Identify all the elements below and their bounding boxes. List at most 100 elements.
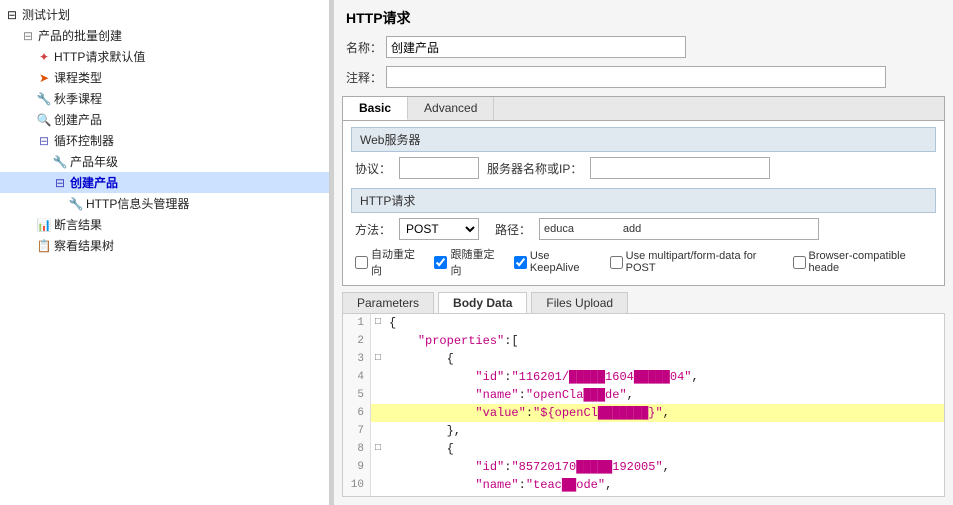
line-content: "id":"116201/█████1604█████04", bbox=[385, 368, 699, 386]
code-line: 1□{ bbox=[343, 314, 944, 332]
sub-tab-parameters[interactable]: Parameters bbox=[342, 292, 434, 313]
method-row: 方法： POST GET PUT DELETE 路径： bbox=[343, 215, 944, 243]
http-icon: ⊟ bbox=[52, 175, 68, 191]
code-line: 9 "id":"85720170█████192005", bbox=[343, 458, 944, 476]
sidebar-item-batch-create[interactable]: ⊟ 产品的批量创建 bbox=[0, 25, 329, 46]
sub-tab-files-upload[interactable]: Files Upload bbox=[531, 292, 628, 313]
tab-basic[interactable]: Basic bbox=[343, 97, 408, 120]
line-content: "value":"${openCl███████}", bbox=[385, 404, 670, 422]
http-request-section: HTTP请求 bbox=[351, 188, 936, 213]
http-icon: ✦ bbox=[36, 49, 52, 65]
line-content: "name":"teac██ode", bbox=[385, 476, 612, 494]
line-number: 4 bbox=[343, 368, 371, 386]
multipart-label[interactable]: Use multipart/form-data for POST bbox=[610, 250, 781, 274]
chart-icon: 📊 bbox=[36, 217, 52, 233]
name-input[interactable] bbox=[386, 36, 686, 58]
sub-tab-body-data[interactable]: Body Data bbox=[438, 292, 527, 313]
name-label: 名称： bbox=[346, 39, 386, 56]
sidebar-item-test-plan[interactable]: ⊟ 测试计划 bbox=[0, 4, 329, 25]
line-content: "name":"openCla███de", bbox=[385, 386, 634, 404]
code-editor[interactable]: 1□{2 "properties":[3□ {4 "id":"116201/██… bbox=[342, 313, 945, 497]
sidebar-item-label: HTTP请求默认值 bbox=[54, 48, 145, 65]
sidebar-item-product-grade[interactable]: 🔧 产品年级 bbox=[0, 151, 329, 172]
wrench-icon: 🔧 bbox=[52, 154, 68, 170]
follow-redirect-label[interactable]: 跟随重定向 bbox=[434, 246, 501, 278]
browser-compat-label[interactable]: Browser-compatible heade bbox=[793, 250, 933, 274]
line-toggle[interactable]: □ bbox=[371, 440, 385, 458]
line-toggle[interactable]: □ bbox=[371, 350, 385, 368]
code-line: 2 "properties":[ bbox=[343, 332, 944, 350]
keepalive-label[interactable]: Use KeepAlive bbox=[514, 250, 598, 274]
line-number: 5 bbox=[343, 386, 371, 404]
wrench-icon: 🔧 bbox=[68, 196, 84, 212]
line-number: 2 bbox=[343, 332, 371, 350]
line-content: }, bbox=[385, 422, 461, 440]
line-content: { bbox=[385, 314, 396, 332]
folder-icon: ⊟ bbox=[4, 7, 20, 23]
path-label: 路径： bbox=[495, 221, 531, 238]
line-toggle[interactable]: □ bbox=[371, 314, 385, 332]
sidebar-item-label: 测试计划 bbox=[22, 6, 70, 23]
code-line: 5 "name":"openCla███de", bbox=[343, 386, 944, 404]
line-content: { bbox=[385, 440, 454, 458]
server-input[interactable] bbox=[590, 157, 770, 179]
protocol-input[interactable] bbox=[399, 157, 479, 179]
keepalive-checkbox[interactable] bbox=[514, 256, 527, 269]
follow-redirect-checkbox[interactable] bbox=[434, 256, 447, 269]
sidebar-item-label: 察看结果树 bbox=[54, 237, 114, 254]
line-number: 11 bbox=[343, 494, 371, 497]
web-server-section: Web服务器 bbox=[351, 127, 936, 152]
sidebar-item-label: 秋季课程 bbox=[54, 90, 102, 107]
line-number: 10 bbox=[343, 476, 371, 494]
path-input[interactable] bbox=[539, 218, 819, 240]
tab-advanced[interactable]: Advanced bbox=[408, 97, 494, 120]
sidebar-item-label: 产品年级 bbox=[70, 153, 118, 170]
chart-icon2: 📋 bbox=[36, 238, 52, 254]
code-line: 3□ { bbox=[343, 350, 944, 368]
sidebar-item-label: 创建产品 bbox=[54, 111, 102, 128]
line-number: 6 bbox=[343, 404, 371, 422]
line-number: 8 bbox=[343, 440, 371, 458]
sidebar-item-view-result-tree[interactable]: 📋 察看结果树 bbox=[0, 235, 329, 256]
auto-redirect-checkbox[interactable] bbox=[355, 256, 368, 269]
sidebar-item-course-type[interactable]: ➤ 课程类型 bbox=[0, 67, 329, 88]
code-line: 10 "name":"teac██ode", bbox=[343, 476, 944, 494]
code-line: 8□ { bbox=[343, 440, 944, 458]
sub-tabs-header: Parameters Body Data Files Upload bbox=[342, 292, 945, 313]
sidebar-item-label: 断言结果 bbox=[54, 216, 102, 233]
sidebar-item-autumn-course[interactable]: 🔧 秋季课程 bbox=[0, 88, 329, 109]
sidebar-item-assertion-result[interactable]: 📊 断言结果 bbox=[0, 214, 329, 235]
wrench-icon: 🔧 bbox=[36, 91, 52, 107]
sidebar-item-http-default[interactable]: ✦ HTTP请求默认值 bbox=[0, 46, 329, 67]
line-number: 9 bbox=[343, 458, 371, 476]
protocol-label: 协议： bbox=[355, 160, 391, 177]
comment-row: 注释： bbox=[334, 62, 953, 92]
panel-title: HTTP请求 bbox=[334, 0, 953, 32]
search-icon: 🔍 bbox=[36, 112, 52, 128]
method-label: 方法： bbox=[355, 221, 391, 238]
line-number: 3 bbox=[343, 350, 371, 368]
line-number: 1 bbox=[343, 314, 371, 332]
loop-icon: ⊟ bbox=[36, 133, 52, 149]
comment-input[interactable] bbox=[386, 66, 886, 88]
code-line: 7 }, bbox=[343, 422, 944, 440]
code-line: 11 "value":"${teachMode}", bbox=[343, 494, 944, 497]
sidebar: ⊟ 测试计划 ⊟ 产品的批量创建 ✦ HTTP请求默认值 ➤ 课程类型 🔧 秋季… bbox=[0, 0, 330, 505]
comment-label: 注释： bbox=[346, 69, 386, 86]
main-panel: HTTP请求 名称： 注释： Basic Advanced Web服务器 协议：… bbox=[334, 0, 953, 505]
line-content: "value":"${teachMode}", bbox=[385, 494, 641, 497]
sidebar-item-label: 课程类型 bbox=[54, 69, 102, 86]
sidebar-item-loop-ctrl[interactable]: ⊟ 循环控制器 bbox=[0, 130, 329, 151]
sidebar-item-label: 产品的批量创建 bbox=[38, 27, 122, 44]
line-content: { bbox=[385, 350, 454, 368]
method-select[interactable]: POST GET PUT DELETE bbox=[399, 218, 479, 240]
sidebar-item-create-product-1[interactable]: 🔍 创建产品 bbox=[0, 109, 329, 130]
code-line: 4 "id":"116201/█████1604█████04", bbox=[343, 368, 944, 386]
sidebar-item-http-header[interactable]: 🔧 HTTP信息头管理器 bbox=[0, 193, 329, 214]
browser-compat-checkbox[interactable] bbox=[793, 256, 806, 269]
code-line: 6 "value":"${openCl███████}", bbox=[343, 404, 944, 422]
multipart-checkbox[interactable] bbox=[610, 256, 623, 269]
auto-redirect-label[interactable]: 自动重定向 bbox=[355, 246, 422, 278]
sidebar-item-create-product-2[interactable]: ⊟ 创建产品 bbox=[0, 172, 329, 193]
line-content: "id":"85720170█████192005", bbox=[385, 458, 670, 476]
